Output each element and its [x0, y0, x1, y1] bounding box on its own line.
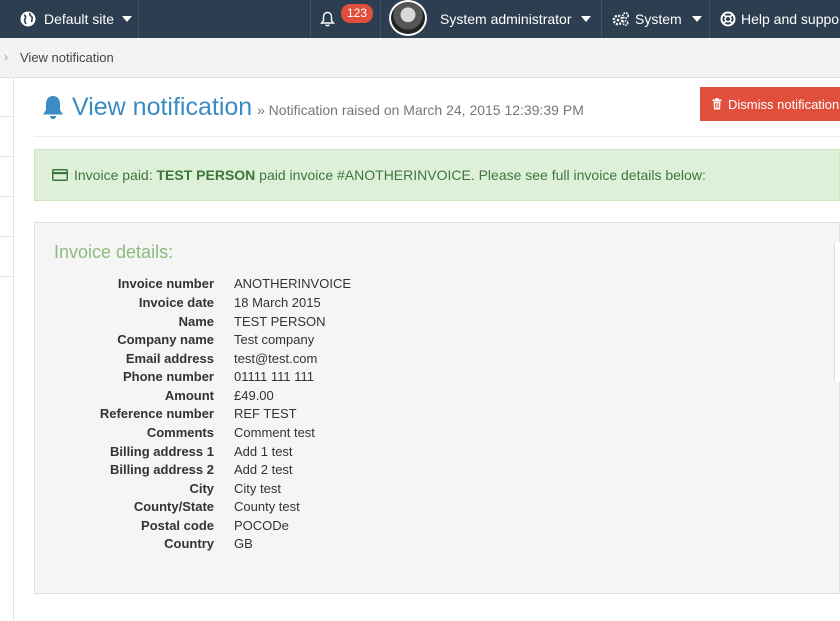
detail-label: Invoice number [117, 276, 214, 291]
detail-label: Phone number [122, 369, 214, 384]
detail-value: ANOTHERINVOICE [234, 276, 352, 291]
detail-label: Amount [164, 388, 214, 403]
breadcrumb: › View notification [0, 38, 840, 78]
dismiss-notification-button[interactable]: Dismiss notification [700, 87, 840, 121]
scrollbar[interactable] [834, 242, 840, 382]
detail-row: Invoice number ANOTHERINVOICE [0, 276, 500, 294]
bell-icon [320, 11, 335, 27]
detail-value: Add 1 test [234, 444, 293, 459]
divider [310, 0, 311, 38]
detail-row: Company name Test company [0, 332, 500, 350]
system-menu-label: System [635, 11, 682, 27]
chevron-right-icon: › [4, 50, 8, 64]
detail-value: TEST PERSON [234, 314, 326, 329]
site-selector[interactable]: Default site [20, 0, 133, 38]
detail-value: Test company [234, 332, 315, 347]
detail-row: Name TEST PERSON [0, 314, 500, 332]
detail-label: Billing address 2 [109, 462, 214, 477]
invoice-details-title: Invoice details: [54, 242, 174, 262]
detail-label: Comments [146, 425, 214, 440]
alert-person: TEST PERSON [156, 167, 256, 183]
chevron-down-icon [122, 16, 133, 22]
detail-row: County/State County test [0, 499, 500, 517]
divider [34, 136, 840, 137]
lifebuoy-icon [720, 11, 736, 27]
divider [709, 0, 710, 38]
detail-value: 01111 111 111 [234, 369, 314, 384]
detail-row: Billing address 2 Add 2 test [0, 462, 500, 480]
page-subtitle: » Notification raised on March 24, 2015 … [257, 102, 584, 118]
site-selector-label: Default site [44, 11, 115, 27]
user-menu[interactable]: System administrator [440, 0, 592, 38]
page-title: View notification [72, 93, 253, 121]
user-menu-label: System administrator [440, 11, 572, 27]
detail-label: Name [178, 314, 214, 329]
detail-value: £49.00 [234, 388, 274, 403]
cogs-icon [612, 12, 629, 27]
detail-value: POCODe [234, 518, 289, 533]
detail-label: Reference number [99, 406, 214, 421]
credit-card-icon [52, 169, 68, 181]
avatar[interactable] [389, 0, 427, 36]
divider [138, 0, 139, 38]
detail-row: City City test [0, 481, 500, 499]
detail-row: Postal code POCODe [0, 518, 500, 536]
detail-row: Reference number REF TEST [0, 406, 500, 424]
detail-value: City test [234, 481, 281, 496]
bell-icon [43, 96, 63, 119]
detail-label: County/State [133, 499, 214, 514]
detail-row: Invoice date 18 March 2015 [0, 295, 500, 313]
chevron-down-icon [691, 16, 702, 22]
detail-row: Phone number 01111 111 111 [0, 369, 500, 387]
detail-label: Email address [125, 351, 214, 366]
detail-label: Billing address 1 [109, 444, 214, 459]
detail-row: Amount £49.00 [0, 388, 500, 406]
detail-label: Postal code [141, 518, 214, 533]
alert-suffix: paid invoice #ANOTHERINVOICE. Please see… [255, 167, 706, 183]
breadcrumb-current[interactable]: View notification [20, 50, 114, 65]
help-menu[interactable]: Help and support [720, 0, 840, 38]
detail-value: Add 2 test [234, 462, 293, 477]
top-navbar: Default site 123 System administrator Sy… [0, 0, 840, 38]
detail-label: Company name [117, 332, 214, 347]
help-menu-label: Help and support [741, 11, 840, 27]
detail-value: County test [234, 499, 300, 514]
detail-row: Comments Comment test [0, 425, 500, 443]
detail-value: Comment test [234, 425, 315, 440]
alert-prefix: Invoice paid: [74, 167, 157, 183]
invoice-paid-alert: Invoice paid: TEST PERSON paid invoice #… [34, 149, 840, 201]
detail-value: test@test.com [234, 351, 318, 366]
chevron-down-icon [581, 16, 592, 22]
detail-row: Billing address 1 Add 1 test [0, 444, 500, 462]
detail-row: Email address test@test.com [0, 351, 500, 369]
trash-icon [712, 98, 722, 110]
detail-row: Country GB [0, 536, 500, 554]
detail-label: Country [164, 536, 214, 551]
detail-value: 18 March 2015 [234, 295, 321, 310]
detail-value: GB [234, 536, 253, 551]
dismiss-notification-label: Dismiss notification [728, 96, 840, 112]
system-menu[interactable]: System [612, 0, 702, 38]
detail-label: Invoice date [138, 295, 214, 310]
notification-count-badge: 123 [341, 4, 374, 23]
notifications-button[interactable] [320, 0, 335, 38]
divider [380, 0, 381, 38]
detail-value: REF TEST [234, 406, 297, 421]
globe-icon [20, 11, 36, 27]
divider [601, 0, 602, 38]
detail-label: City [189, 481, 214, 496]
